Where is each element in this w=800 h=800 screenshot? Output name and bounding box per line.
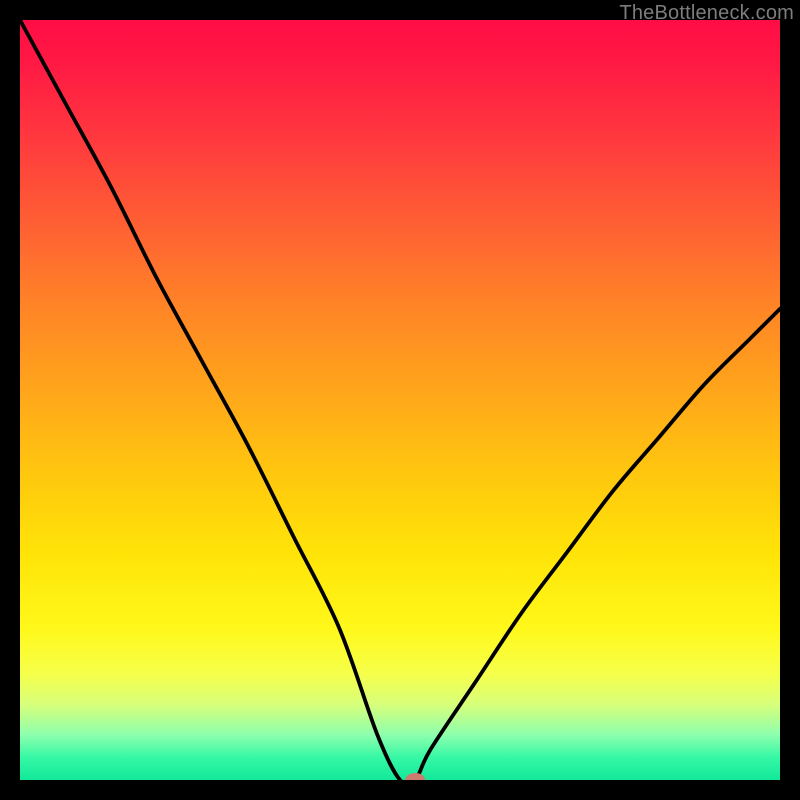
bottleneck-curve	[20, 20, 780, 780]
plot-area	[20, 20, 780, 780]
optimal-point-marker	[405, 773, 425, 780]
curve-layer	[20, 20, 780, 780]
chart-stage: TheBottleneck.com	[0, 0, 800, 800]
